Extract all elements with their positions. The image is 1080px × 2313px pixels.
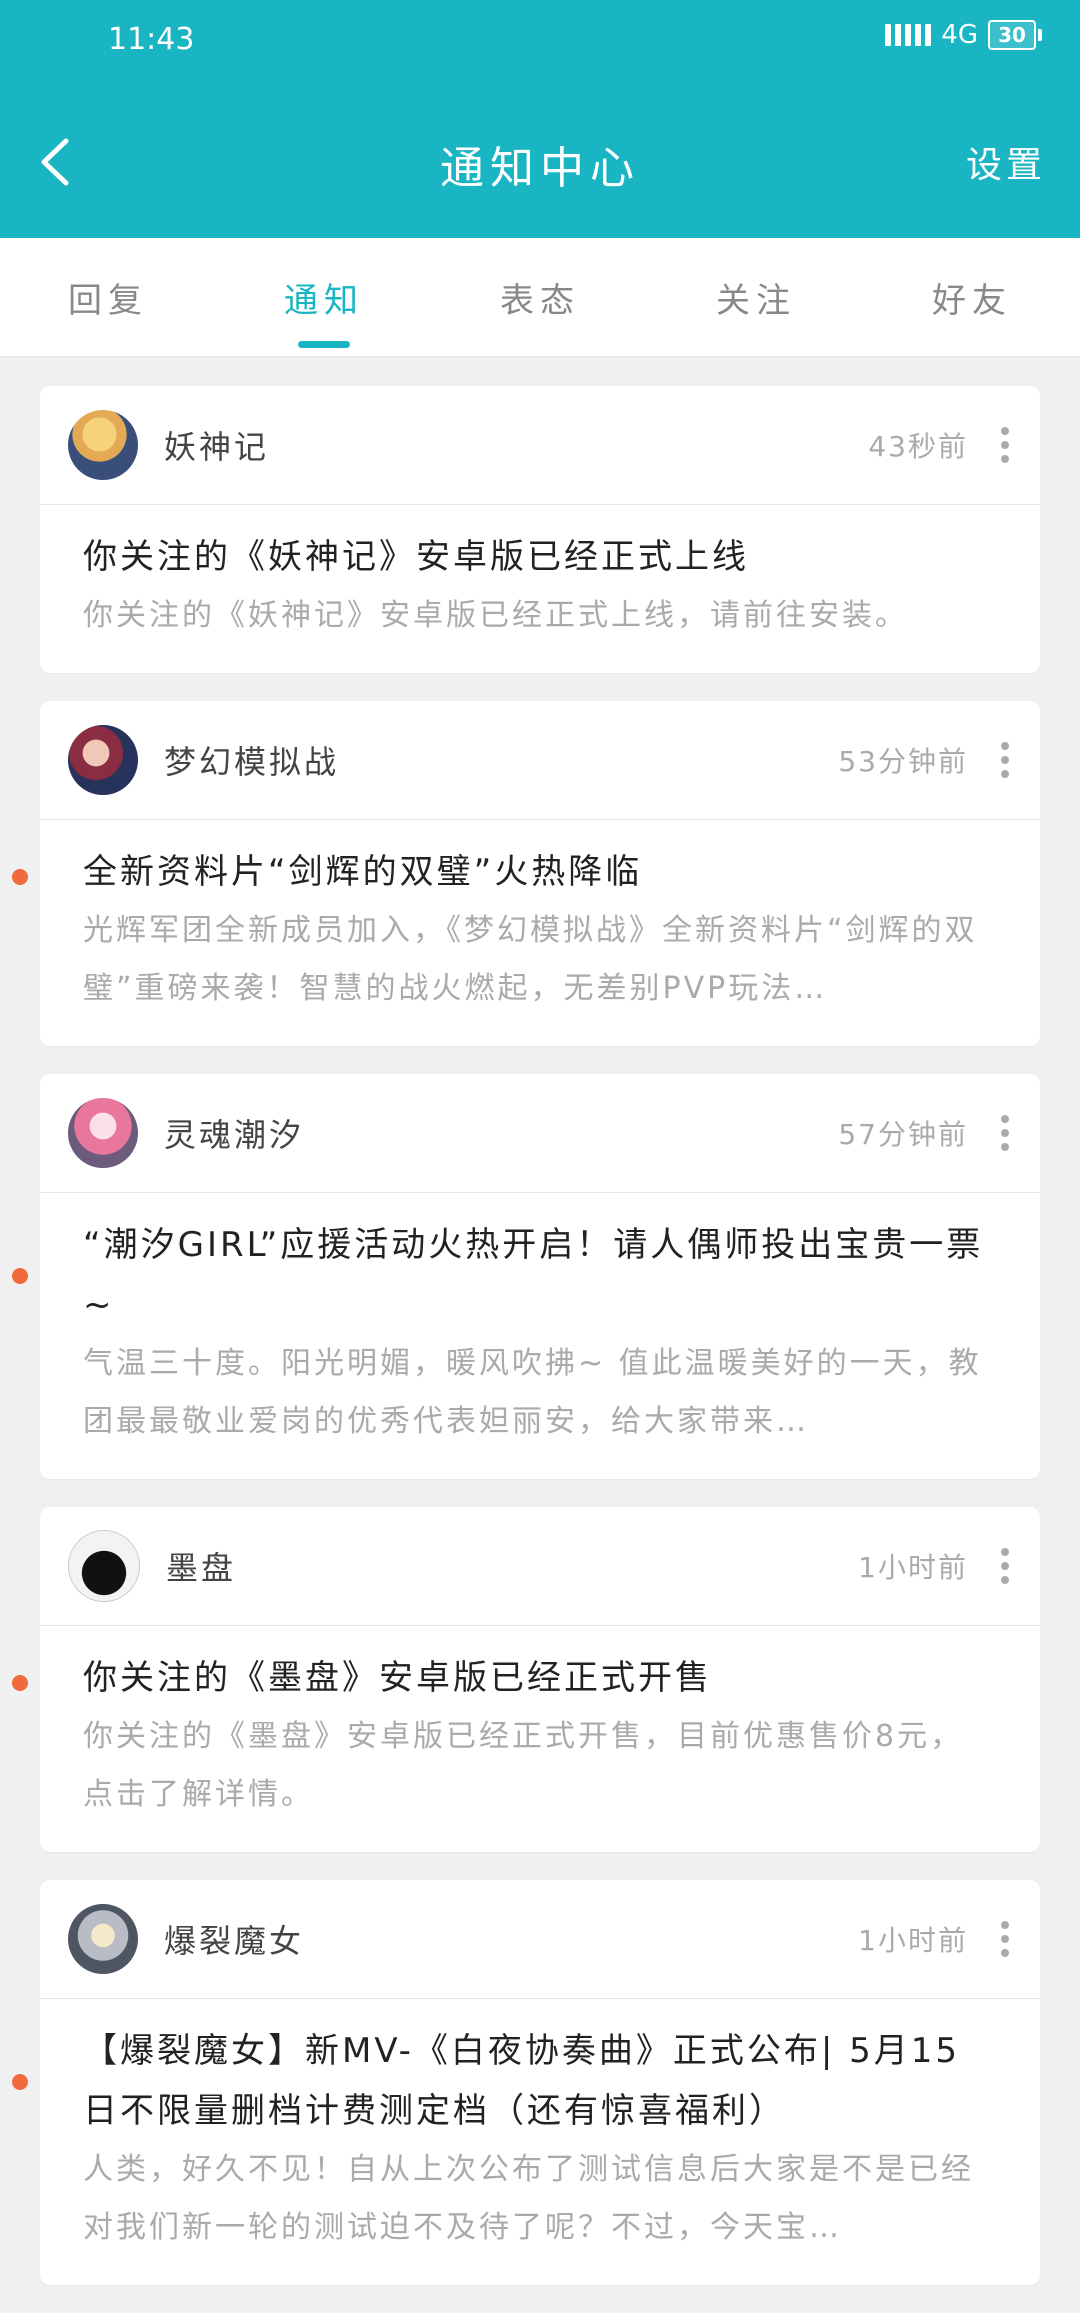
timestamp: 1小时前: [858, 1924, 968, 1957]
status-time: 11:43: [108, 22, 195, 57]
timestamp: 57分钟前: [838, 1118, 968, 1151]
card-body: 【爆裂魔女】新MV-《白夜协奏曲》正式公布| 5月15日不限量删档计费测定档（还…: [40, 1999, 1040, 2285]
tab-follow[interactable]: 关注: [648, 238, 864, 356]
network-label: 4G: [941, 20, 978, 50]
unread-dot: [12, 2074, 28, 2090]
app-name: 妖神记: [164, 428, 270, 466]
unread-dot: [12, 1675, 28, 1691]
app-name: 梦幻模拟战: [164, 743, 340, 781]
avatar[interactable]: [68, 1904, 138, 1974]
battery-icon: 30: [988, 20, 1036, 50]
message-description: 你关注的《墨盘》安卓版已经正式开售，目前优惠售价8元，点击了解详情。: [83, 1719, 964, 1812]
card-header: 梦幻模拟战 53分钟前: [40, 701, 1040, 820]
more-options-icon[interactable]: [998, 1115, 1012, 1151]
app-name: 爆裂魔女: [164, 1922, 305, 1960]
message-description: 人类，好久不见！自从上次公布了测试信息后大家是不是已经对我们新一轮的测试迫不及待…: [83, 2152, 974, 2245]
more-options-icon[interactable]: [998, 1921, 1012, 1957]
unread-dot: [12, 1268, 28, 1284]
settings-button[interactable]: 设置: [966, 136, 1046, 188]
tab-friends[interactable]: 好友: [864, 238, 1080, 356]
more-options-icon[interactable]: [998, 742, 1012, 778]
card-header: 灵魂潮汐 57分钟前: [40, 1074, 1040, 1193]
message-description: 你关注的《妖神记》安卓版已经正式上线，请前往安装。: [83, 598, 908, 633]
notification-list: 妖神记 43秒前 你关注的《妖神记》安卓版已经正式上线 你关注的《妖神记》安卓版…: [0, 386, 1080, 2313]
notification-card[interactable]: 灵魂潮汐 57分钟前 “潮汐GIRL”应援活动火热开启！请人偶师投出宝贵一票~ …: [12, 1074, 1040, 1479]
message-title: 你关注的《墨盘》安卓版已经正式开售: [83, 1658, 712, 1698]
message-title: 【爆裂魔女】新MV-《白夜协奏曲》正式公布| 5月15日不限量删档计费测定档（还…: [83, 2031, 961, 2131]
card-header: 墨盘 1小时前: [40, 1507, 1040, 1626]
message-title: 你关注的《妖神记》安卓版已经正式上线: [83, 537, 749, 577]
app-name: 灵魂潮汐: [164, 1116, 305, 1154]
message-description: 气温三十度。阳光明媚，暖风吹拂~ 值此温暖美好的一天，教团最最敬业爱岗的优秀代表…: [83, 1346, 982, 1439]
tab-bar: 回复 通知 表态 关注 好友: [0, 238, 1080, 357]
message-title: “潮汐GIRL”应援活动火热开启！请人偶师投出宝贵一票~: [83, 1225, 984, 1325]
card-header: 爆裂魔女 1小时前: [40, 1880, 1040, 1999]
card-header: 妖神记 43秒前: [40, 386, 1040, 505]
tab-reaction[interactable]: 表态: [432, 238, 648, 356]
battery-tip: [1038, 29, 1042, 41]
notification-card[interactable]: 墨盘 1小时前 你关注的《墨盘》安卓版已经正式开售 你关注的《墨盘》安卓版已经正…: [12, 1507, 1040, 1852]
status-icons: 4G 30: [885, 20, 1042, 50]
avatar[interactable]: [68, 410, 138, 480]
notification-card[interactable]: 梦幻模拟战 53分钟前 全新资料片“剑辉的双璧”火热降临 光辉军团全新成员加入，…: [12, 701, 1040, 1046]
avatar[interactable]: [68, 1530, 140, 1602]
card-body: 全新资料片“剑辉的双璧”火热降临 光辉军团全新成员加入，《梦幻模拟战》全新资料片…: [40, 820, 1040, 1046]
card-body: 你关注的《妖神记》安卓版已经正式上线 你关注的《妖神记》安卓版已经正式上线，请前…: [40, 505, 1040, 673]
app-header: 11:43 4G 30 通知中心 设置: [0, 0, 1080, 238]
signal-icon: [885, 24, 932, 46]
timestamp: 1小时前: [858, 1551, 968, 1584]
tab-reply[interactable]: 回复: [0, 238, 216, 356]
more-options-icon[interactable]: [998, 1548, 1012, 1584]
tab-notice[interactable]: 通知: [216, 238, 432, 356]
timestamp: 53分钟前: [838, 745, 968, 778]
app-name: 墨盘: [166, 1549, 237, 1587]
message-title: 全新资料片“剑辉的双璧”火热降临: [83, 852, 643, 892]
more-options-icon[interactable]: [998, 427, 1012, 463]
notification-card[interactable]: 爆裂魔女 1小时前 【爆裂魔女】新MV-《白夜协奏曲》正式公布| 5月15日不限…: [12, 1880, 1040, 2285]
timestamp: 43秒前: [868, 430, 968, 463]
notification-card[interactable]: 妖神记 43秒前 你关注的《妖神记》安卓版已经正式上线 你关注的《妖神记》安卓版…: [40, 386, 1040, 673]
card-body: “潮汐GIRL”应援活动火热开启！请人偶师投出宝贵一票~ 气温三十度。阳光明媚，…: [40, 1193, 1040, 1479]
page-title: 通知中心: [440, 143, 640, 194]
card-body: 你关注的《墨盘》安卓版已经正式开售 你关注的《墨盘》安卓版已经正式开售，目前优惠…: [40, 1626, 1040, 1852]
avatar[interactable]: [68, 1098, 138, 1168]
avatar[interactable]: [68, 725, 138, 795]
unread-dot: [12, 869, 28, 885]
message-description: 光辉军团全新成员加入，《梦幻模拟战》全新资料片“剑辉的双璧”重磅来袭！智慧的战火…: [83, 913, 978, 1006]
